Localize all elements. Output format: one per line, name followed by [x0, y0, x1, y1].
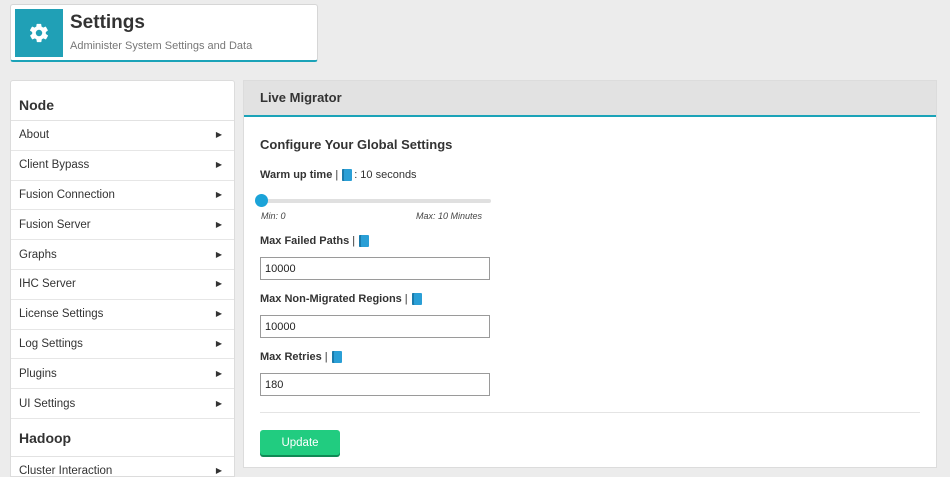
max-retries-label-text: Max Retries	[260, 351, 322, 363]
max-failed-paths-label-text: Max Failed Paths	[260, 235, 350, 247]
sidebar-item-label: Plugins	[19, 367, 57, 380]
warmup-label-text: Warm up time	[260, 169, 333, 181]
sidebar-item-label: Graphs	[19, 248, 57, 261]
help-book-icon[interactable]	[331, 351, 342, 363]
help-book-icon[interactable]	[342, 169, 353, 181]
sidebar-item-label: IHC Server	[19, 278, 76, 291]
arrow-right-icon: ▶	[215, 466, 222, 476]
gear-icon	[29, 23, 49, 43]
slider-handle[interactable]	[255, 194, 268, 207]
sidebar-item-about[interactable]: About ▶	[11, 121, 234, 151]
max-non-migrated-label-text: Max Non-Migrated Regions	[260, 293, 402, 305]
sidebar-section-hadoop: Hadoop	[11, 419, 234, 457]
max-retries-input[interactable]	[260, 373, 490, 396]
arrow-right-icon: ▶	[215, 219, 222, 229]
max-retries-label: Max Retries |	[260, 351, 342, 363]
sidebar-item-graphs[interactable]: Graphs ▶	[11, 240, 234, 270]
sidebar-item-label: Cluster Interaction	[19, 465, 113, 477]
max-failed-paths-input[interactable]	[260, 257, 490, 280]
help-book-icon[interactable]	[359, 235, 370, 247]
max-non-migrated-regions-label: Max Non-Migrated Regions |	[260, 293, 422, 305]
sidebar-item-fusion-connection[interactable]: Fusion Connection ▶	[11, 181, 234, 211]
page-subtitle: Administer System Settings and Data	[70, 40, 253, 52]
sidebar-item-label: Client Bypass	[19, 159, 90, 172]
panel-title: Live Migrator	[244, 81, 936, 117]
sidebar-item-label: Fusion Server	[19, 218, 91, 231]
separator: |	[324, 351, 328, 363]
slider-max-label: Max: 10 Minutes	[416, 211, 483, 221]
arrow-right-icon: ▶	[215, 160, 222, 170]
divider	[260, 412, 920, 413]
sidebar-item-plugins[interactable]: Plugins ▶	[11, 359, 234, 390]
arrow-right-icon: ▶	[215, 279, 222, 289]
sidebar-item-label: Fusion Connection	[19, 189, 115, 201]
warmup-slider[interactable]	[255, 194, 491, 207]
arrow-right-icon: ▶	[215, 398, 222, 408]
arrow-right-icon: ▶	[215, 309, 222, 319]
sidebar-item-ui-settings[interactable]: UI Settings ▶	[11, 389, 234, 419]
slider-min-label: Min: 0	[261, 211, 286, 221]
separator: |	[335, 169, 339, 181]
sidebar-item-fusion-server[interactable]: Fusion Server ▶	[11, 210, 234, 241]
warmup-label: Warm up time | : 10 seconds	[260, 169, 417, 181]
sidebar-item-label: License Settings	[19, 308, 104, 321]
live-migrator-panel: Live Migrator Configure Your Global Sett…	[243, 80, 937, 468]
sidebar-item-cluster-interaction[interactable]: Cluster Interaction ▶	[11, 457, 234, 477]
sidebar-item-client-bypass[interactable]: Client Bypass ▶	[11, 151, 234, 181]
settings-sidebar: Node About ▶ Client Bypass ▶ Fusion Conn…	[10, 80, 235, 477]
page-title: Settings	[70, 12, 145, 33]
settings-header: Settings Administer System Settings and …	[10, 4, 318, 62]
arrow-right-icon: ▶	[215, 130, 222, 140]
arrow-right-icon: ▶	[215, 249, 222, 259]
warmup-value: : 10 seconds	[354, 169, 417, 181]
section-title: Configure Your Global Settings	[260, 137, 453, 152]
update-button[interactable]: Update	[260, 430, 340, 455]
arrow-right-icon: ▶	[215, 338, 222, 348]
sidebar-section-node: Node	[11, 81, 234, 121]
sidebar-item-license-settings[interactable]: License Settings ▶	[11, 300, 234, 330]
header-icon-box	[15, 9, 63, 57]
separator: |	[404, 293, 408, 305]
sidebar-item-label: About	[19, 129, 50, 142]
sidebar-item-log-settings[interactable]: Log Settings ▶	[11, 330, 234, 360]
arrow-right-icon: ▶	[215, 368, 222, 378]
separator: |	[352, 235, 356, 247]
sidebar-item-label: UI Settings	[19, 397, 76, 410]
max-failed-paths-label: Max Failed Paths |	[260, 235, 370, 247]
sidebar-item-label: Log Settings	[19, 337, 83, 350]
sidebar-item-ihc-server[interactable]: IHC Server ▶	[11, 270, 234, 300]
arrow-right-icon: ▶	[215, 190, 222, 199]
help-book-icon[interactable]	[411, 293, 422, 305]
max-non-migrated-regions-input[interactable]	[260, 315, 490, 338]
